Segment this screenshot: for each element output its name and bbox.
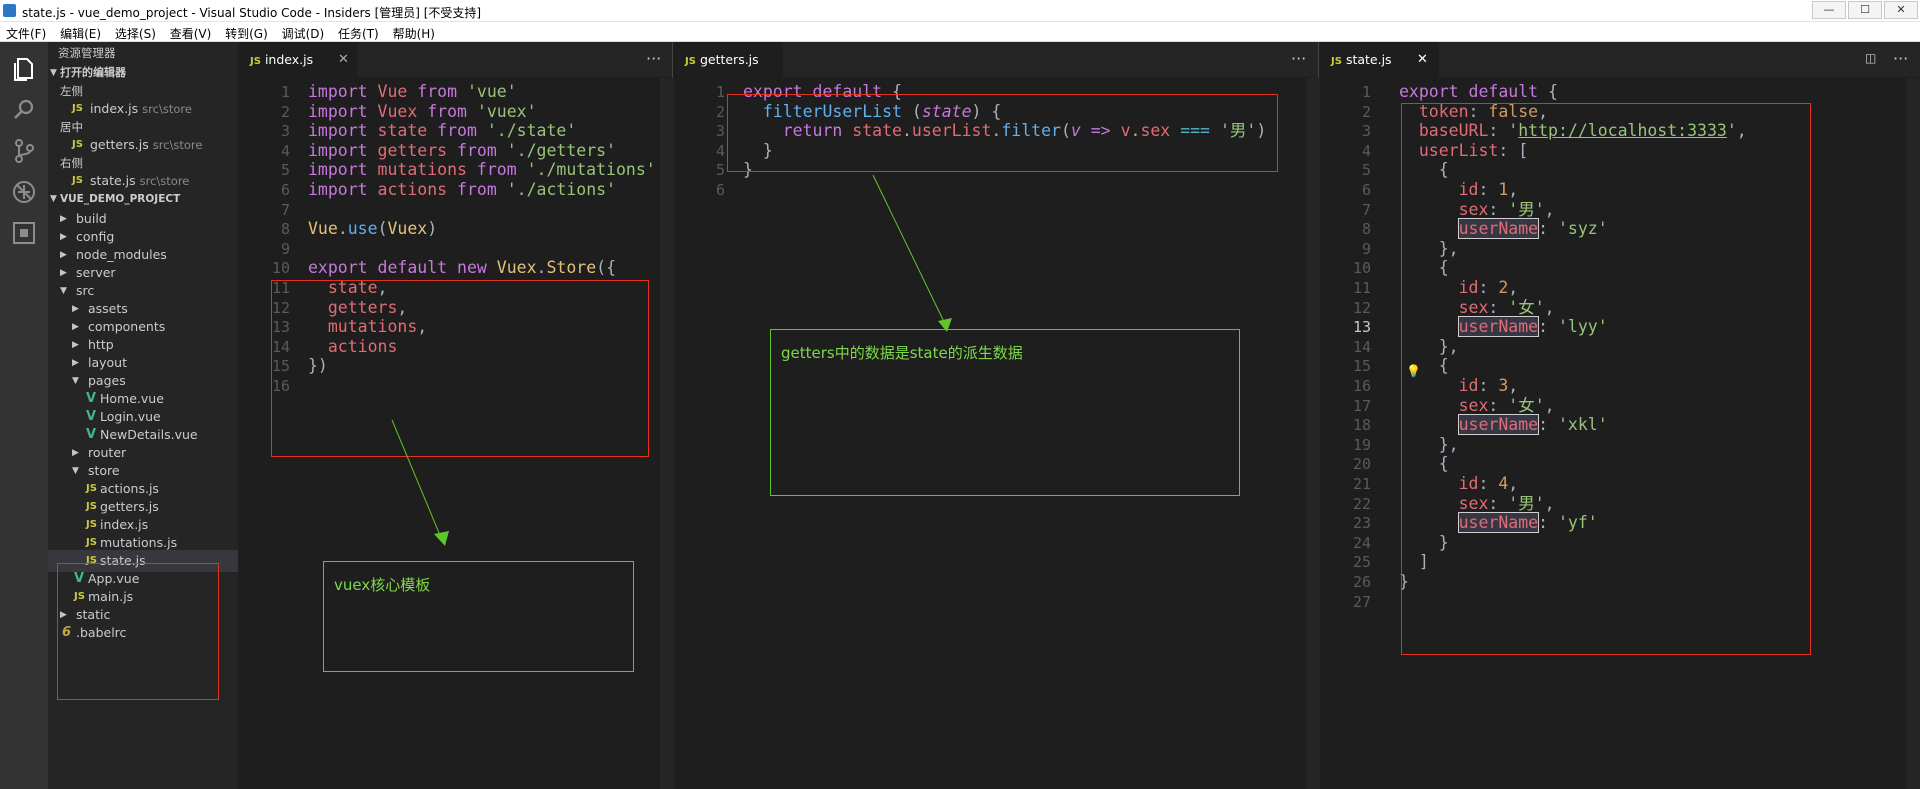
menu-selection[interactable]: 选择(S) [109, 22, 160, 42]
tab-bar: JS index.js ✕ ··· [238, 42, 672, 77]
close-window-button[interactable]: ✕ [1884, 1, 1918, 19]
search-icon[interactable] [9, 95, 39, 125]
split-editor-icon[interactable]: ◫ [1865, 42, 1876, 77]
code-line: Vue.use(Vuex) [308, 219, 438, 239]
line-number: 6 [715, 181, 725, 199]
menu-view[interactable]: 查看(V) [164, 22, 216, 42]
getters-annotation: getters中的数据是state的派生数据 [770, 329, 1240, 496]
more-actions-icon[interactable]: ··· [646, 42, 661, 77]
menu-debug[interactable]: 调试(D) [276, 22, 329, 42]
state-object-highlight [1401, 103, 1811, 655]
menu-tasks[interactable]: 任务(T) [332, 22, 383, 42]
menu-file[interactable]: 文件(F) [0, 22, 50, 42]
extensions-icon[interactable] [9, 218, 39, 248]
activity-bar [0, 42, 48, 789]
vuex-store-highlight [271, 280, 649, 457]
window-title: state.js - vue_demo_project - Visual Stu… [22, 6, 482, 20]
maximize-button[interactable]: ☐ [1848, 1, 1882, 19]
files-icon[interactable] [9, 54, 39, 84]
close-icon[interactable]: ✕ [338, 42, 349, 77]
menu-help[interactable]: 帮助(H) [387, 22, 439, 42]
tab-getters-js[interactable]: JS getters.js [673, 42, 783, 77]
scrollbar[interactable] [1906, 78, 1920, 789]
tab-index-js[interactable]: JS index.js ✕ [238, 42, 358, 77]
more-actions-icon[interactable]: ··· [1291, 42, 1306, 77]
scrollbar[interactable] [660, 78, 674, 789]
tab-state-js[interactable]: JS state.js ✕ [1319, 42, 1439, 77]
tab-bar: JS state.js ✕ ◫ ··· [1319, 42, 1920, 77]
menu-bar: 文件(F) 编辑(E) 选择(S) 查看(V) 转到(G) 调试(D) 任务(T… [0, 22, 1920, 42]
menu-go[interactable]: 转到(G) [219, 22, 272, 42]
tab-bar: JS getters.js ··· [673, 42, 1318, 77]
background-browser-tabs [500, 0, 1800, 22]
project-header[interactable]: ▼ VUE_DEMO_PROJECT [48, 188, 238, 210]
filter-user-list-highlight [727, 94, 1278, 172]
close-icon[interactable]: ✕ [1417, 42, 1428, 77]
minimize-button[interactable]: — [1812, 1, 1846, 19]
explorer-title: 资源管理器 [58, 46, 116, 60]
line-number: 27 [1352, 592, 1371, 611]
vuex-annotation: vuex核心模板 [323, 561, 634, 672]
more-actions-icon[interactable]: ··· [1893, 42, 1908, 77]
menu-edit[interactable]: 编辑(E) [54, 22, 105, 42]
title-bar: state.js - vue_demo_project - Visual Stu… [0, 0, 1920, 22]
code-line: import actions from './actions' [308, 180, 616, 199]
debug-icon[interactable] [9, 177, 39, 207]
scrollbar[interactable] [1306, 78, 1320, 789]
source-control-icon[interactable] [9, 136, 39, 166]
vscode-app-icon [3, 4, 16, 17]
store-folder-highlight [57, 563, 219, 700]
